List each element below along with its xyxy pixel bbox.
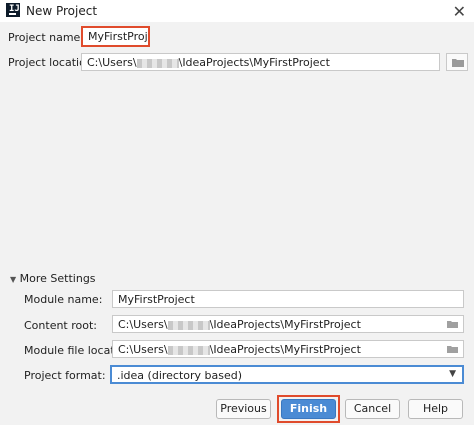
project-format-value: .idea (directory based) [117, 369, 243, 382]
dropdown-arrow-icon: ▼ [449, 369, 456, 379]
intellij-app-icon: IJ [6, 3, 20, 17]
folder-icon [452, 59, 464, 67]
browse-location-button[interactable] [446, 53, 468, 71]
close-icon[interactable]: ✕ [453, 2, 466, 21]
module-file-location-suffix: \IdeaProjects\MyFirstProject [209, 343, 361, 356]
window-title: New Project [26, 4, 98, 18]
redacted-username [167, 345, 210, 355]
content-root-label: Content root: [24, 319, 98, 332]
project-name-label: Project name: [8, 31, 85, 44]
help-button[interactable]: Help [408, 399, 463, 419]
more-settings-header: More Settings [19, 272, 96, 285]
title-bar: IJ New Project ✕ [0, 0, 474, 22]
project-location-suffix: \IdeaProjects\MyFirstProject [178, 56, 330, 69]
module-name-input[interactable]: MyFirstProject [112, 290, 464, 308]
content-root-suffix: \IdeaProjects\MyFirstProject [209, 318, 361, 331]
project-location-prefix: C:\Users\ [87, 56, 137, 69]
content-root-prefix: C:\Users\ [118, 318, 168, 331]
redacted-username [136, 58, 179, 68]
cancel-button[interactable]: Cancel [345, 399, 400, 419]
chevron-down-icon: ▼ [10, 275, 17, 284]
content-root-input[interactable]: C:\Users\ \IdeaProjects\MyFirstProject [112, 315, 464, 333]
folder-icon[interactable] [447, 345, 458, 353]
project-name-highlight [81, 26, 150, 47]
redacted-username [167, 320, 210, 330]
finish-highlight [277, 395, 340, 423]
module-name-label: Module name: [24, 293, 103, 306]
project-format-label: Project format: [24, 369, 106, 382]
module-file-location-input[interactable]: C:\Users\ \IdeaProjects\MyFirstProject [112, 340, 464, 358]
project-format-select[interactable]: .idea (directory based) ▼ [110, 365, 464, 384]
more-settings-toggle[interactable]: ▼ More Settings [10, 272, 96, 285]
previous-button[interactable]: Previous [216, 399, 271, 419]
project-location-input[interactable]: C:\Users\ \IdeaProjects\MyFirstProject [81, 53, 440, 71]
module-file-location-prefix: C:\Users\ [118, 343, 168, 356]
folder-icon[interactable] [447, 320, 458, 328]
